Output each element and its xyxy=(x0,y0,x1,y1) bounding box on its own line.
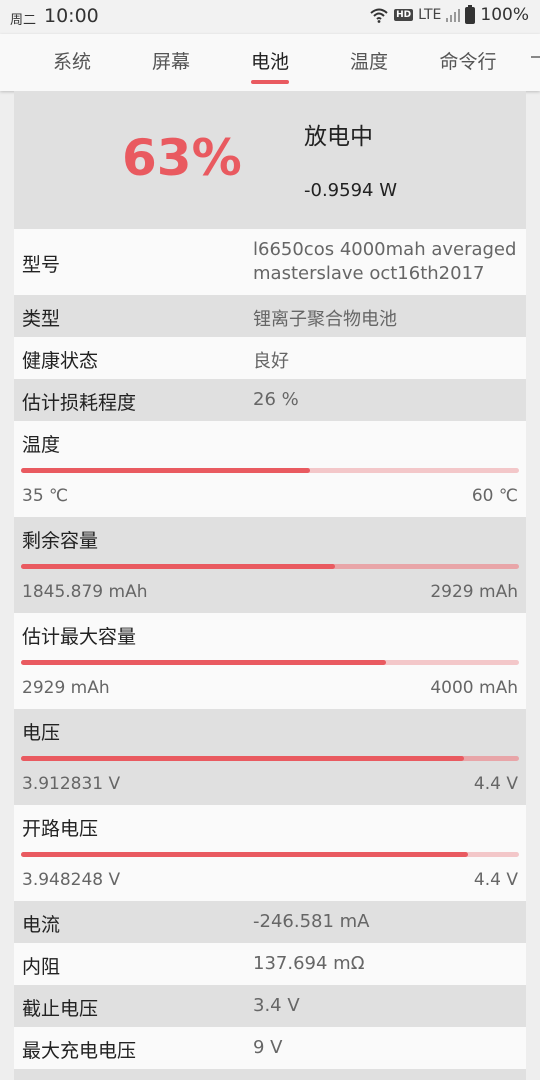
type-value: 锂离子聚合物电池 xyxy=(253,309,397,330)
wifi-icon xyxy=(370,8,388,23)
cutoff-voltage-label: 截止电压 xyxy=(22,998,99,1020)
temperature-bar xyxy=(21,468,519,473)
remaining-capacity-bar xyxy=(21,564,519,569)
tab-command-line[interactable]: 命令行 xyxy=(430,34,506,91)
status-bar: 周二 10:00 HD LTE 100% xyxy=(0,0,540,34)
cutoff-voltage-value: 3.4 V xyxy=(253,995,300,1016)
wear-value: 26 % xyxy=(253,389,299,410)
type-label: 类型 xyxy=(22,308,61,330)
open-circuit-voltage-max: 4.4 V xyxy=(473,870,518,890)
tab-system[interactable]: 系统 xyxy=(34,34,110,91)
health-row: 健康状态 良好 xyxy=(14,337,526,379)
open-circuit-voltage-bar xyxy=(21,852,519,857)
model-label: 型号 xyxy=(22,254,61,276)
remaining-capacity-max: 2929 mAh xyxy=(430,582,518,602)
power-draw: -0.9594 W xyxy=(304,180,397,201)
battery-status-percent: 100% xyxy=(480,5,529,25)
open-circuit-voltage-row: 开路电压 3.948248 V 4.4 V xyxy=(14,805,526,901)
tab-screen[interactable]: 屏幕 xyxy=(133,34,209,91)
max-capacity-bar xyxy=(21,660,519,665)
type-row: 类型 锂离子聚合物电池 xyxy=(14,295,526,337)
max-capacity-label: 估计最大容量 xyxy=(22,626,137,648)
remaining-capacity-row: 剩余容量 1845.879 mAh 2929 mAh xyxy=(14,517,526,613)
voltage-bar-fill xyxy=(21,756,464,761)
voltage-row: 电压 3.912831 V 4.4 V xyxy=(14,709,526,805)
next-row-partial xyxy=(14,1069,526,1080)
signal-icon xyxy=(446,9,461,22)
wear-label: 估计损耗程度 xyxy=(22,392,137,414)
battery-panel: 63% 放电中 -0.9594 W 型号 l6650cos 4000mah av… xyxy=(14,91,526,1080)
health-value: 良好 xyxy=(253,351,289,372)
open-circuit-voltage-label: 开路电压 xyxy=(22,818,99,840)
remaining-capacity-bar-fill xyxy=(21,564,335,569)
open-circuit-voltage-bar-fill xyxy=(21,852,468,857)
wear-row: 估计损耗程度 26 % xyxy=(14,379,526,421)
active-tab-indicator xyxy=(251,80,289,84)
tab-overflow-indicator xyxy=(531,56,540,58)
open-circuit-voltage-value: 3.948248 V xyxy=(22,870,121,890)
battery-icon xyxy=(465,4,476,24)
voltage-value: 3.912831 V xyxy=(22,774,121,794)
temperature-max: 60 ℃ xyxy=(471,486,518,506)
status-day: 周二 xyxy=(10,13,37,28)
max-charge-voltage-value: 9 V xyxy=(253,1037,283,1058)
max-capacity-value: 2929 mAh xyxy=(22,678,110,698)
max-capacity-bar-fill xyxy=(21,660,386,665)
cutoff-voltage-row: 截止电压 3.4 V xyxy=(14,985,526,1027)
max-charge-voltage-row: 最大充电电压 9 V xyxy=(14,1027,526,1069)
voltage-label: 电压 xyxy=(22,722,61,744)
temperature-bar-fill xyxy=(21,468,310,473)
max-charge-voltage-label: 最大充电电压 xyxy=(22,1040,137,1062)
hd-badge: HD xyxy=(394,9,414,21)
design-capacity: 4000 mAh xyxy=(430,678,518,698)
temperature-min: 35 ℃ xyxy=(22,486,69,506)
resistance-row: 内阻 137.694 mΩ xyxy=(14,943,526,985)
current-row: 电流 -246.581 mA xyxy=(14,901,526,943)
current-value: -246.581 mA xyxy=(253,911,370,932)
model-row: 型号 l6650cos 4000mah averaged masterslave… xyxy=(14,229,526,295)
voltage-max: 4.4 V xyxy=(473,774,518,794)
remaining-capacity-label: 剩余容量 xyxy=(22,530,99,552)
battery-summary: 63% 放电中 -0.9594 W xyxy=(14,91,526,229)
remaining-capacity-value: 1845.879 mAh xyxy=(22,582,148,602)
resistance-label: 内阻 xyxy=(22,956,61,978)
charge-state: 放电中 xyxy=(304,124,373,150)
network-type: LTE xyxy=(418,7,442,23)
max-capacity-row: 估计最大容量 2929 mAh 4000 mAh xyxy=(14,613,526,709)
status-time: 10:00 xyxy=(44,5,99,27)
health-label: 健康状态 xyxy=(22,350,99,372)
temperature-row: 温度 35 ℃ 60 ℃ xyxy=(14,421,526,517)
battery-percent: 63% xyxy=(122,129,242,187)
model-value: l6650cos 4000mah averaged masterslave oc… xyxy=(253,239,517,284)
voltage-bar xyxy=(21,756,519,761)
current-label: 电流 xyxy=(22,914,61,936)
status-icons: HD LTE 100% xyxy=(369,4,529,25)
tab-temperature[interactable]: 温度 xyxy=(331,34,407,91)
temperature-label: 温度 xyxy=(22,434,61,456)
resistance-value: 137.694 mΩ xyxy=(253,953,365,974)
